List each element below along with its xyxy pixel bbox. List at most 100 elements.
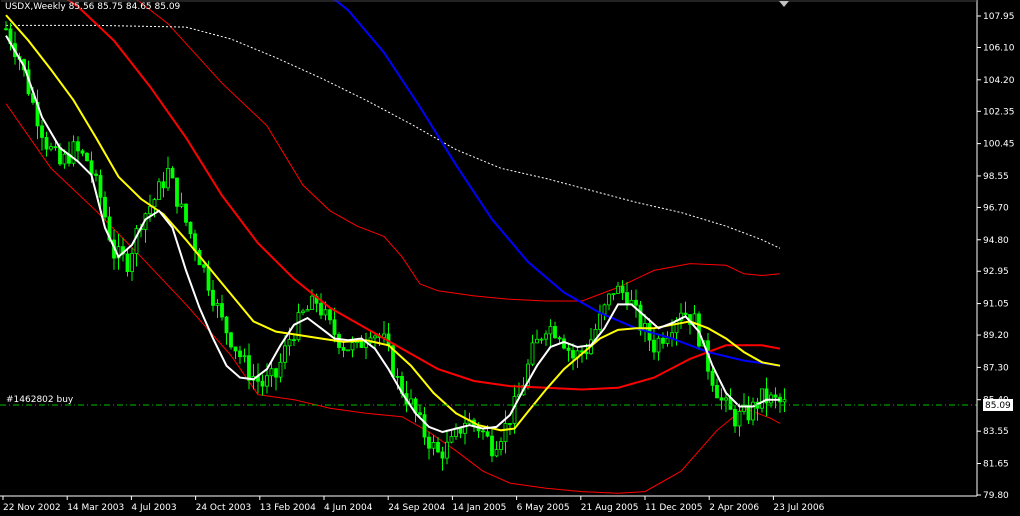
candle-body xyxy=(161,181,166,189)
candle-body xyxy=(4,28,8,31)
candle-body xyxy=(166,168,170,189)
candle-body xyxy=(184,203,188,223)
candle-body xyxy=(553,326,557,339)
candle-body xyxy=(305,309,310,312)
candle-body xyxy=(170,168,175,179)
candle-body xyxy=(238,350,242,358)
candle-body xyxy=(130,253,134,272)
candle-body xyxy=(625,292,629,305)
candle-body xyxy=(395,375,400,378)
candle-body xyxy=(530,342,535,365)
x-tick-label: 24 Oct 2003 xyxy=(196,503,252,513)
candle-body xyxy=(98,175,103,198)
candle-body xyxy=(175,177,179,207)
candle-body xyxy=(418,412,422,416)
y-tick-label: 94.80 xyxy=(983,236,1009,246)
y-tick-label: 81.65 xyxy=(983,460,1009,470)
candle-body xyxy=(584,351,589,355)
candle-body xyxy=(733,408,737,427)
candle-body xyxy=(328,309,332,321)
candle-body xyxy=(746,405,751,421)
candle-body xyxy=(616,285,620,294)
candle-body xyxy=(422,414,427,438)
y-tick-label: 83.55 xyxy=(983,427,1009,437)
candle-body xyxy=(656,337,661,353)
candle-body xyxy=(440,451,445,459)
y-tick-label: 96.70 xyxy=(983,203,1009,213)
x-tick-label: 14 Mar 2003 xyxy=(67,503,124,513)
candle-body xyxy=(49,146,53,150)
candle-body xyxy=(323,309,328,316)
candle-body xyxy=(634,299,638,306)
candle-body xyxy=(44,137,49,150)
y-tick-label: 104.20 xyxy=(983,76,1015,86)
candle-body xyxy=(481,430,485,433)
candle-body xyxy=(278,361,283,378)
y-tick-label: 91.05 xyxy=(983,300,1009,310)
candle-body xyxy=(260,380,265,387)
y-tick-label: 100.45 xyxy=(983,140,1015,150)
candle-body xyxy=(737,411,742,427)
candle-body xyxy=(53,146,58,149)
candle-body xyxy=(283,345,287,363)
symbol-header: USDX,Weekly 85.56 85.75 84.65 85.09 xyxy=(5,2,180,12)
candle-body xyxy=(247,355,251,381)
candle-body xyxy=(301,310,305,313)
candle-body xyxy=(715,384,719,399)
candle-body xyxy=(409,398,413,405)
candle-body xyxy=(566,347,571,351)
candle-body xyxy=(431,441,436,449)
candle-body xyxy=(310,295,314,310)
y-tick-label: 107.95 xyxy=(983,12,1015,22)
candle-body xyxy=(782,399,787,403)
candle-body xyxy=(508,423,512,425)
ohlc-values: 85.56 85.75 84.65 85.09 xyxy=(68,2,181,12)
candle-body xyxy=(58,147,62,165)
candle-body xyxy=(602,304,607,315)
candle-body xyxy=(80,150,85,154)
candle-body xyxy=(535,338,539,344)
candle-body xyxy=(449,436,454,443)
candle-body xyxy=(571,350,575,359)
candle-body xyxy=(373,335,377,339)
candle-body xyxy=(427,436,431,449)
x-tick-label: 13 Feb 2004 xyxy=(260,503,316,513)
candle-body xyxy=(224,316,229,334)
candle-body xyxy=(62,153,67,165)
x-tick-label: 22 Nov 2002 xyxy=(3,503,61,513)
candle-body xyxy=(215,303,220,306)
x-tick-label: 11 Dec 2005 xyxy=(645,503,703,513)
candle-body xyxy=(211,289,215,306)
candle-body xyxy=(719,397,724,401)
candle-body xyxy=(548,326,553,335)
candle-body xyxy=(490,435,494,457)
candle-body xyxy=(179,203,184,207)
candle-body xyxy=(220,303,224,318)
y-tick-label: 102.35 xyxy=(983,107,1015,117)
price-chart[interactable]: 107.95 106.10 104.20 102.35 100.45 98.55 96.70… xyxy=(0,0,1020,516)
candle-body xyxy=(665,337,670,344)
candle-body xyxy=(620,285,625,293)
candle-body xyxy=(683,312,688,315)
candle-body xyxy=(229,332,233,348)
candle-body xyxy=(724,397,728,401)
candle-body xyxy=(341,347,346,351)
candle-body xyxy=(319,302,323,316)
candle-body xyxy=(85,152,89,162)
candle-body xyxy=(94,173,98,176)
candle-body xyxy=(494,449,499,457)
y-tick-label: 92.95 xyxy=(983,267,1009,277)
x-tick-label: 14 Jan 2005 xyxy=(452,503,506,513)
x-tick-label: 6 May 2005 xyxy=(517,503,570,513)
x-tick-label: 2 Apr 2006 xyxy=(709,503,759,513)
x-tick-label: 21 Aug 2005 xyxy=(581,503,639,513)
candle-body xyxy=(544,333,548,340)
candle-body xyxy=(485,431,490,437)
y-tick-label: 89.20 xyxy=(983,331,1009,341)
candle-body xyxy=(125,253,130,272)
chart-background xyxy=(0,0,1020,516)
candle-body xyxy=(103,196,107,218)
x-tick-label: 4 Jun 2004 xyxy=(324,503,373,513)
candle-body xyxy=(188,221,193,235)
candle-body xyxy=(152,199,157,208)
